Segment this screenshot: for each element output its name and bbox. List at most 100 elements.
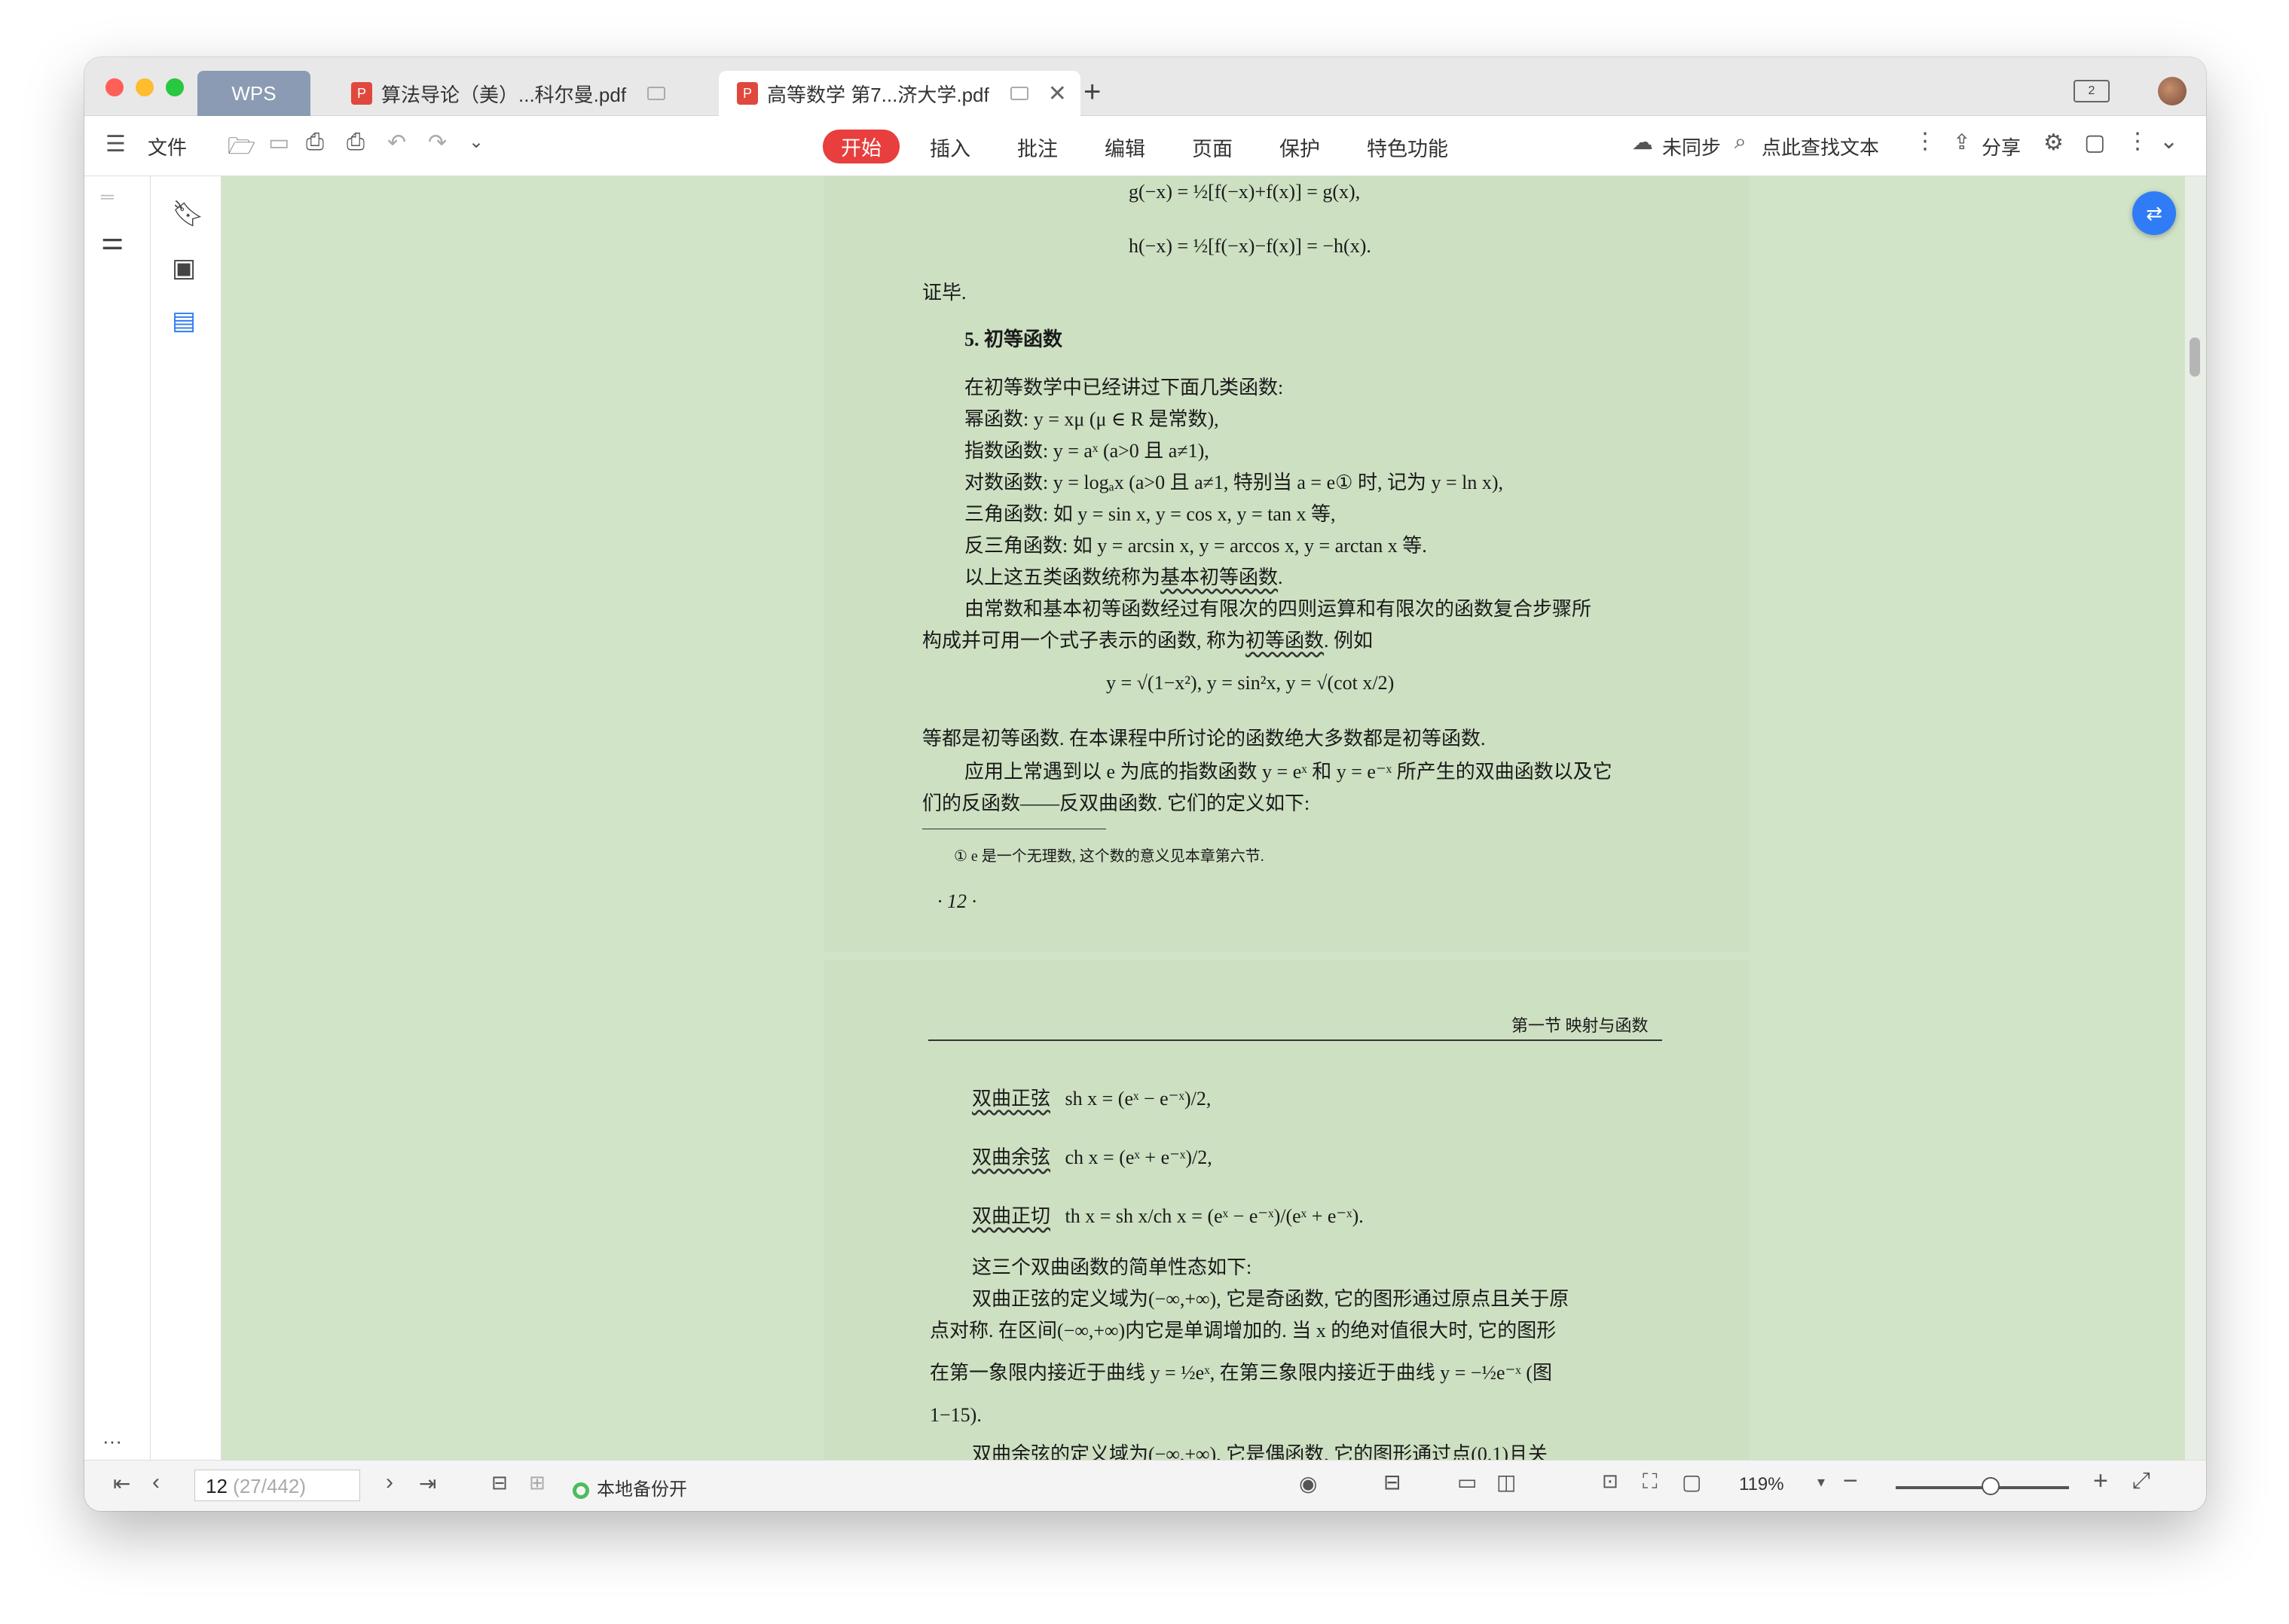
find-text-field[interactable]: 点此查找文本: [1762, 133, 1879, 160]
two-page-icon[interactable]: ◫: [1496, 1470, 1516, 1494]
filter-settings-icon[interactable]: ⚌: [101, 226, 124, 256]
share-button[interactable]: 分享: [1982, 133, 2021, 160]
pdf-page-13: 第一节 映射与函数 双曲正弦 sh x = (eˣ − e⁻ˣ)/2, 双曲余弦…: [824, 960, 1750, 1460]
share-icon: ⇪: [1953, 130, 1971, 154]
document-viewport[interactable]: g(−x) = ½[f(−x)+f(x)] = g(x), h(−x) = ½[…: [222, 176, 2185, 1460]
zoom-window-button[interactable]: [166, 78, 184, 96]
avatar[interactable]: [2158, 77, 2187, 105]
new-tab-button[interactable]: +: [1083, 75, 1101, 109]
zoom-dropdown-icon[interactable]: ▾: [1817, 1473, 1825, 1491]
equation-examples: y = √(1−x²), y = sin²x, y = √(cot x/2): [1106, 672, 1395, 694]
print-preview-icon[interactable]: ⎙: [347, 130, 365, 155]
bookmark-icon[interactable]: 🔖︎: [172, 199, 204, 229]
tab-start[interactable]: 开始: [823, 130, 900, 163]
proof-end: 证毕.: [922, 282, 967, 304]
thumbnail-image-icon[interactable]: ▣: [172, 253, 196, 283]
pdf-to-word-icon[interactable]: ▤: [172, 306, 196, 336]
collapse-ribbon-icon[interactable]: ⌄: [2159, 128, 2178, 154]
tab-protect[interactable]: 保护: [1279, 133, 1320, 162]
last-page-icon[interactable]: ⇥: [419, 1471, 436, 1496]
monitor-icon: [647, 87, 666, 100]
continuous-scroll-icon[interactable]: ⊟: [1383, 1470, 1401, 1494]
comment-icon[interactable]: ▢: [2084, 130, 2105, 156]
zoom-level[interactable]: 119%: [1739, 1474, 1784, 1495]
paragraph-line: 等都是初等函数. 在本课程中所讨论的函数绝大多数都是初等函数.: [922, 728, 1486, 749]
open-folder-icon[interactable]: 🗁: [228, 130, 255, 168]
equation-th: th x = sh x/ch x = (eˣ − e⁻ˣ)/(eˣ + e⁻ˣ)…: [1065, 1205, 1364, 1227]
print-icon[interactable]: ⎙: [306, 130, 324, 155]
file-menu[interactable]: 文件: [148, 133, 187, 160]
status-bar: ⇤ ‹ 12 (27/442) › ⇥ ⊟ ⊞ 本地备份开 ◉ ⊟ ▭ ◫ ⊡ …: [84, 1460, 2206, 1511]
page-number-input[interactable]: 12 (27/442): [194, 1470, 360, 1501]
cloud-sync-icon: ☁: [1632, 130, 1653, 154]
tab-algorithms-pdf[interactable]: P 算法导论（美）...科尔曼.pdf: [333, 71, 755, 116]
search-icon: ⌕: [1734, 130, 1747, 153]
convert-floating-button[interactable]: ⇄: [2132, 191, 2176, 235]
text-run: .: [1278, 566, 1283, 588]
tab-calculus-pdf[interactable]: P 高等数学 第7...济大学.pdf ✕: [719, 71, 1080, 116]
forward-icon[interactable]: ⊞: [529, 1471, 546, 1494]
footnote: ① e 是一个无理数, 这个数的意义见本章第六节.: [954, 848, 1264, 865]
tab-annotate[interactable]: 批注: [1017, 133, 1058, 162]
sync-status[interactable]: 未同步: [1662, 133, 1721, 160]
backup-label: 本地备份开: [597, 1479, 687, 1500]
save-icon[interactable]: ▭: [268, 130, 289, 156]
paragraph-line: 指数函数: y = aˣ (a>0 且 a≠1),: [964, 440, 1209, 462]
fullscreen-icon[interactable]: ⤢: [2132, 1468, 2150, 1494]
more-horizontal-icon[interactable]: ···: [102, 1430, 122, 1453]
text-run: 以上这五类函数统称为: [964, 566, 1161, 588]
text-run: 构成并可用一个式子表示的函数, 称为: [922, 630, 1246, 652]
undo-icon[interactable]: ↶: [387, 130, 406, 156]
more-quick-tools-icon[interactable]: ⌄: [469, 131, 484, 153]
paragraph-line: 三角函数: 如 y = sin x, y = cos x, y = tan x …: [964, 503, 1336, 525]
more-vertical-icon[interactable]: ⋮: [1914, 128, 1936, 154]
hamburger-menu-icon[interactable]: ☰: [105, 131, 126, 157]
close-window-button[interactable]: [105, 78, 124, 96]
settings-gear-icon[interactable]: ⚙: [2043, 130, 2064, 156]
previous-page-icon[interactable]: ‹: [152, 1470, 160, 1495]
tab-insert[interactable]: 插入: [930, 133, 970, 162]
tab-label: 高等数学 第7...济大学.pdf: [767, 83, 989, 106]
left-panel: 🔖︎ ▣ ▤: [151, 176, 222, 1460]
actual-size-icon[interactable]: ⊡: [1602, 1470, 1618, 1493]
fit-page-icon[interactable]: ⛶: [1643, 1470, 1658, 1494]
redo-icon[interactable]: ↷: [428, 130, 447, 156]
vertical-scrollbar[interactable]: [2185, 176, 2206, 1460]
equation-sh: sh x = (eˣ − e⁻ˣ)/2,: [1065, 1088, 1212, 1110]
single-page-icon[interactable]: ▭: [1457, 1470, 1477, 1494]
minimize-window-button[interactable]: [136, 78, 154, 96]
eye-protection-icon[interactable]: ◉: [1299, 1471, 1317, 1496]
local-backup-status[interactable]: 本地备份开: [573, 1474, 687, 1500]
app-window: WPS P 算法导论（美）...科尔曼.pdf P 高等数学 第7...济大学.…: [84, 57, 2206, 1511]
next-page-icon[interactable]: ›: [386, 1470, 393, 1495]
tab-edit[interactable]: 编辑: [1105, 133, 1145, 162]
close-tab-icon[interactable]: ✕: [1048, 81, 1067, 107]
paragraph-line: 以上这五类函数统称为基本初等函数.: [964, 562, 1283, 590]
fit-width-icon[interactable]: ▢: [1682, 1470, 1701, 1494]
scrollbar-thumb[interactable]: [2190, 337, 2200, 377]
zoom-slider-knob[interactable]: [1982, 1477, 2000, 1495]
paragraph-line: 双曲余弦的定义域为(−∞,+∞), 它是偶函数, 它的图形通过点(0,1)且关: [972, 1443, 1548, 1460]
more-options-icon[interactable]: ⋮: [2126, 128, 2149, 154]
term-ch: 双曲余弦: [972, 1146, 1051, 1168]
tab-features[interactable]: 特色功能: [1367, 133, 1448, 162]
back-icon[interactable]: ⊟: [491, 1471, 508, 1494]
paragraph-line: 对数函数: y = logₐx (a>0 且 a≠1, 特别当 a = e① 时…: [964, 472, 1503, 493]
running-header: 第一节 映射与函数: [1511, 1016, 1649, 1035]
paragraph-line: 这三个双曲函数的简单性态如下:: [972, 1256, 1252, 1278]
paragraph-line: 双曲正弦的定义域为(−∞,+∞), 它是奇函数, 它的图形通过原点且关于原: [972, 1288, 1569, 1310]
window-layout-icon[interactable]: 2: [2074, 80, 2110, 102]
zoom-out-icon[interactable]: −: [1843, 1467, 1858, 1496]
tab-page[interactable]: 页面: [1192, 133, 1233, 162]
hyperbolic-sine: 双曲正弦 sh x = (eˣ − e⁻ˣ)/2,: [972, 1083, 1211, 1111]
wps-home-tab[interactable]: WPS: [197, 71, 310, 116]
pdf-page-12: g(−x) = ½[f(−x)+f(x)] = g(x), h(−x) = ½[…: [824, 176, 1750, 952]
equation-g: g(−x) = ½[f(−x)+f(x)] = g(x),: [1129, 181, 1361, 203]
page-total: (27/442): [233, 1475, 306, 1497]
first-page-icon[interactable]: ⇤: [113, 1471, 130, 1496]
drag-handle-icon[interactable]: ═: [101, 187, 114, 208]
zoom-in-icon[interactable]: +: [2093, 1467, 2108, 1496]
header-rule: [928, 1039, 1662, 1041]
paragraph-line: 幂函数: y = xμ (μ ∈ R 是常数),: [964, 408, 1219, 430]
tab-label: 算法导论（美）...科尔曼.pdf: [381, 83, 627, 106]
